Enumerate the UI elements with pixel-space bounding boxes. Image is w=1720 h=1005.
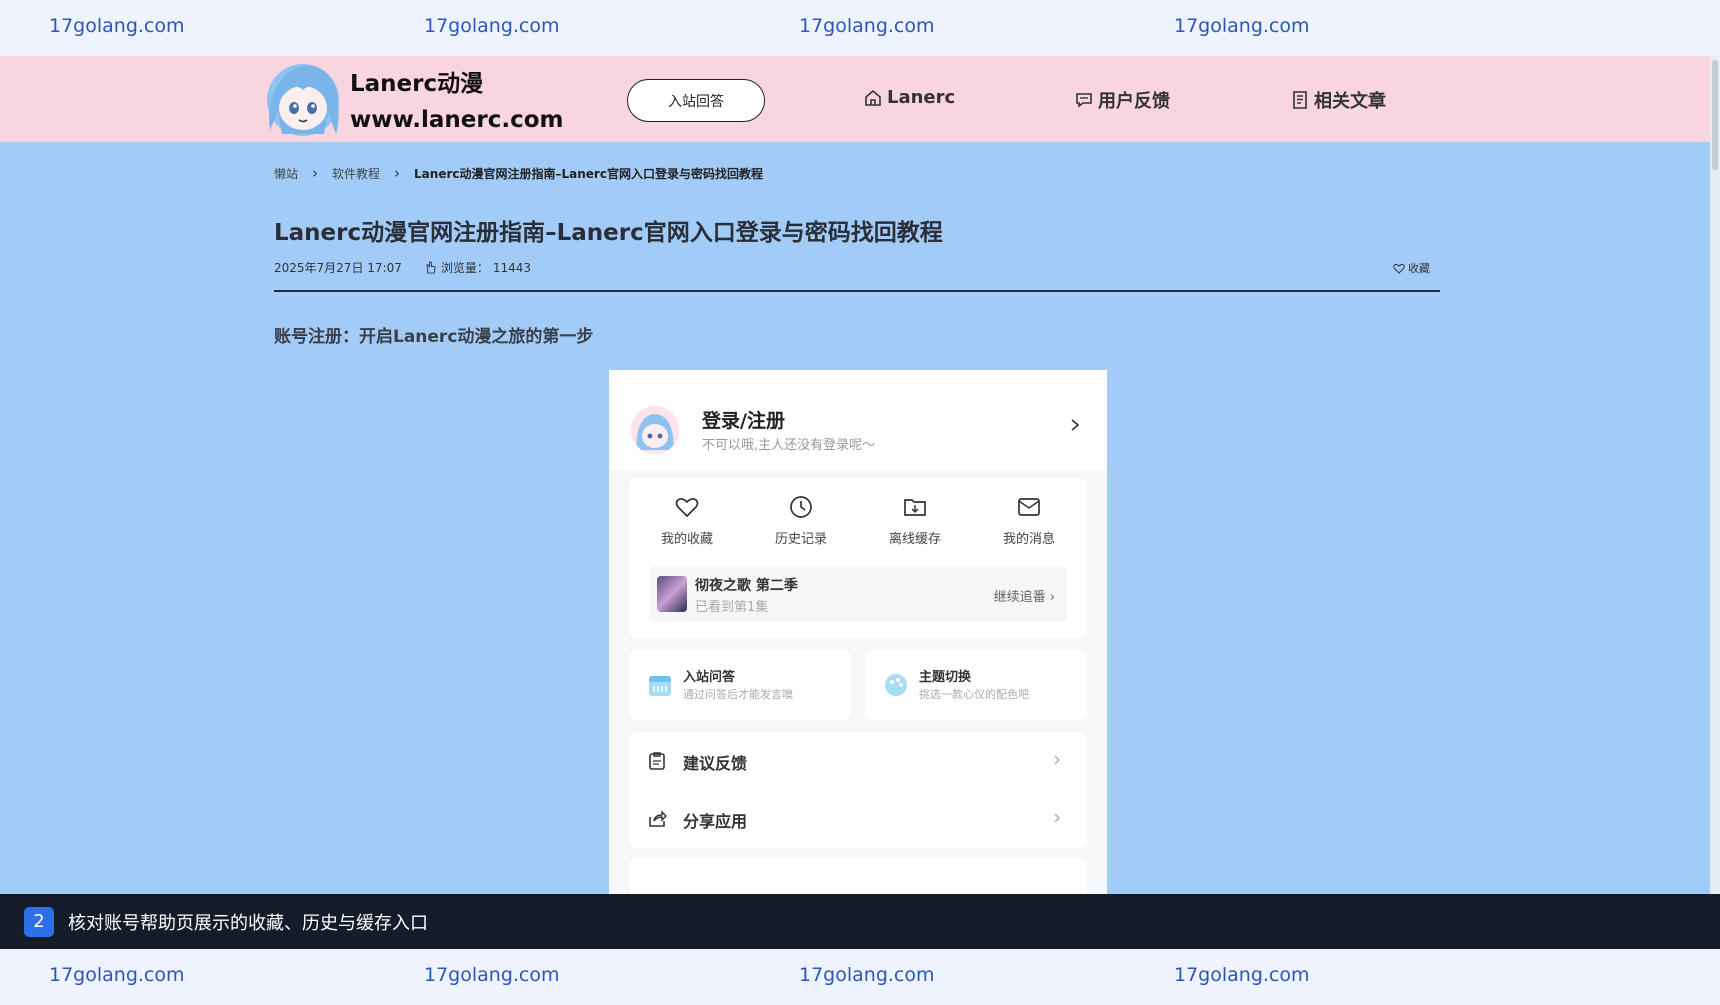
continue-button-label: 继续追番 (993, 590, 1046, 605)
article-meta: 2025年7月27日 17:07 浏览量： 11443 (274, 259, 531, 276)
breadcrumb-category[interactable]: 软件教程 (332, 165, 380, 182)
watermark-text: 17golang.com (799, 964, 935, 986)
chat-icon (1076, 93, 1092, 108)
chevron-right-icon (1054, 755, 1060, 765)
quick-offline[interactable]: 离线缓存 (865, 494, 965, 547)
anime-thumbnail (657, 576, 687, 612)
views-count: 11443 (492, 260, 532, 275)
login-subtitle: 不可以哦,主人还没有登录呢～ (702, 438, 876, 453)
views-label: 浏览量： (440, 261, 489, 275)
section-heading: 账号注册：开启Lanerc动漫之旅的第一步 (274, 327, 594, 347)
quick-history[interactable]: 历史记录 (751, 494, 851, 547)
heart-icon (675, 498, 699, 518)
login-card[interactable]: 登录/注册 不可以哦,主人还没有登录呢～ (609, 370, 1107, 470)
mini-subtitle: 通过问答后才能发言噢 (683, 688, 793, 701)
continue-button[interactable]: 继续追番 › (994, 586, 1055, 605)
scrollbar-thumb[interactable] (1712, 60, 1718, 170)
watermark-text: 17golang.com (1174, 15, 1310, 37)
heart-icon (1393, 263, 1405, 274)
home-icon (865, 89, 881, 106)
list-item-feedback[interactable]: 建议反馈 (629, 732, 1087, 790)
chevron-right-icon (1071, 419, 1080, 431)
list-label: 分享应用 (683, 812, 748, 831)
clipboard-icon (649, 752, 665, 770)
continue-watching[interactable]: 彻夜之歌 第二季 已看到第1集 继续追番 › (649, 566, 1067, 622)
list-label: 建议反馈 (683, 754, 748, 773)
hand-icon (426, 261, 436, 274)
logo-line-2: www.lanerc.com (350, 107, 564, 133)
continue-title: 彻夜之歌 第二季 (695, 578, 798, 594)
continue-subtitle: 已看到第1集 (695, 600, 769, 615)
settings-list-partial (629, 858, 1087, 894)
nav-item-home[interactable]: Lanerc (863, 87, 955, 108)
watermark-strip-bottom: 17golang.com 17golang.com 17golang.com 1… (0, 949, 1720, 1005)
quick-label: 我的消息 (1002, 532, 1055, 547)
step-caption: 2 核对账号帮助页展示的收藏、历史与缓存入口 (0, 894, 1720, 949)
logo-line-1: Lanerc动漫 (350, 71, 484, 97)
avatar-icon (631, 406, 679, 454)
watermark-text: 17golang.com (424, 15, 560, 37)
mini-card-theme[interactable]: 主题切换 挑选一款心仪的配色吧 (865, 650, 1087, 720)
chevron-right-icon: › (312, 164, 319, 182)
qa-button[interactable]: 入站回答 (627, 79, 765, 122)
chevron-right-icon: › (394, 164, 401, 182)
quick-label: 历史记录 (774, 532, 827, 547)
mini-card-qa[interactable]: 入站问答 通过问答后才能发言噢 (629, 650, 851, 720)
article-title: Lanerc动漫官网注册指南–Lanerc官网入口登录与密码找回教程 (274, 220, 943, 246)
mini-subtitle: 挑选一款心仪的配色吧 (919, 688, 1029, 701)
title-divider (274, 290, 1440, 292)
watermark-text: 17golang.com (49, 15, 185, 37)
nav-label: 用户反馈 (1098, 91, 1170, 112)
watermark-text: 17golang.com (424, 964, 560, 986)
step-badge: 2 (24, 906, 54, 937)
mini-title: 入站问答 (683, 670, 736, 685)
calendar-icon (649, 676, 671, 696)
step-caption-text: 核对账号帮助页展示的收藏、历史与缓存入口 (68, 912, 428, 934)
nav-item-feedback[interactable]: 用户反馈 (1074, 87, 1170, 113)
nav-item-articles[interactable]: 相关文章 (1290, 87, 1386, 113)
mini-title: 主题切换 (919, 670, 972, 685)
quick-favorites[interactable]: 我的收藏 (637, 494, 737, 547)
folder-download-icon (904, 499, 926, 516)
watermark-strip-top: 17golang.com 17golang.com 17golang.com 1… (0, 0, 1720, 56)
nav-label: 相关文章 (1314, 91, 1386, 112)
nav-label: Lanerc (887, 87, 956, 108)
browser-viewport: Lanerc动漫 www.lanerc.com 入站回答 Lanerc 用户反馈… (0, 56, 1720, 894)
site-logo-text[interactable]: Lanerc动漫 www.lanerc.com (350, 66, 564, 138)
quick-label: 我的收藏 (660, 532, 713, 547)
article-date: 2025年7月27日 17:07 (274, 261, 402, 275)
mail-icon (1018, 498, 1040, 516)
article-screenshot-image: 登录/注册 不可以哦,主人还没有登录呢～ 我的收藏 历史记录 离线缓存 我的消息 (609, 370, 1107, 894)
site-header: Lanerc动漫 www.lanerc.com 入站回答 Lanerc 用户反馈… (0, 56, 1710, 142)
login-title: 登录/注册 (702, 410, 785, 432)
article-views: 浏览量： 11443 (424, 259, 531, 276)
settings-list: 建议反馈 分享应用 (629, 732, 1087, 848)
chevron-right-icon (1054, 813, 1060, 823)
list-item-share[interactable]: 分享应用 (629, 790, 1087, 848)
document-icon (1293, 91, 1307, 109)
watermark-text: 17golang.com (799, 15, 935, 37)
quick-actions-card: 我的收藏 历史记录 离线缓存 我的消息 彻夜之歌 第二季 已看到第1集 继续追番… (629, 478, 1087, 638)
watermark-text: 17golang.com (1174, 964, 1310, 986)
favorite-label: 收藏 (1408, 262, 1430, 275)
share-icon (649, 810, 667, 827)
palette-icon (885, 674, 907, 696)
clock-icon (790, 496, 812, 518)
breadcrumb: 懒站 › 软件教程 › Lanerc动漫官网注册指南–Lanerc官网入口登录与… (274, 164, 763, 182)
favorite-button[interactable]: 收藏 (1393, 260, 1430, 276)
breadcrumb-home[interactable]: 懒站 (274, 165, 298, 182)
page-scrollbar[interactable] (1710, 56, 1720, 894)
logo-avatar-icon[interactable] (262, 60, 344, 138)
quick-messages[interactable]: 我的消息 (979, 494, 1079, 547)
quick-label: 离线缓存 (888, 532, 941, 547)
breadcrumb-current: Lanerc动漫官网注册指南–Lanerc官网入口登录与密码找回教程 (414, 166, 763, 181)
watermark-text: 17golang.com (49, 964, 185, 986)
